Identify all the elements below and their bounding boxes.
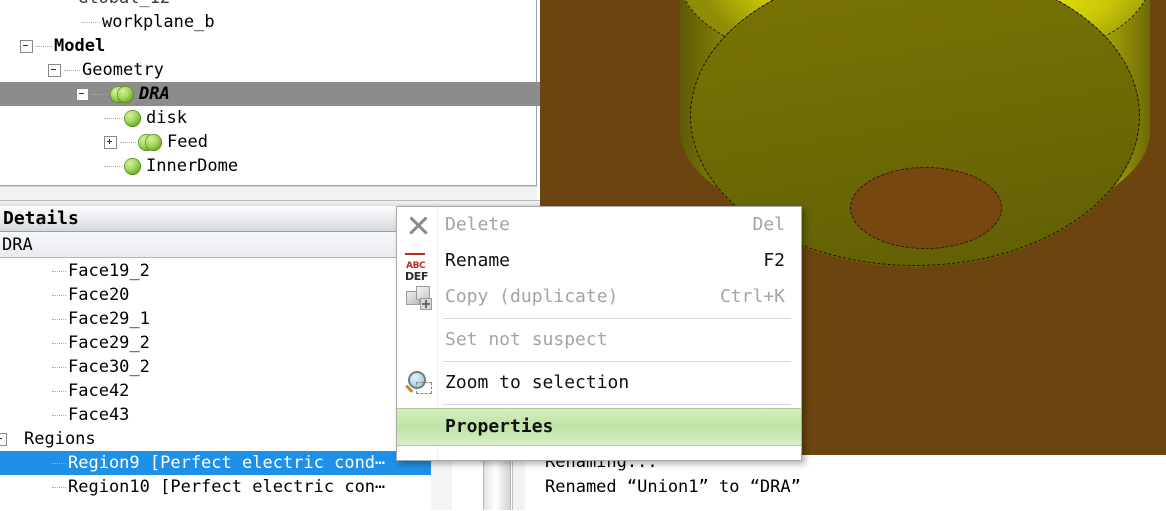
menu-item-label: Zoom to selection <box>445 372 630 393</box>
details-item-label: Face29_1 <box>68 309 150 329</box>
details-connector <box>52 390 66 392</box>
tree-item-label: Global_12 <box>78 0 170 8</box>
tree-item-disk[interactable]: disk <box>0 106 540 130</box>
menu-separator <box>443 318 791 319</box>
tree-item-label: Feed <box>167 132 208 152</box>
tree-item-workplane-b[interactable]: workplane_b <box>0 10 540 34</box>
tree-item-innerdome[interactable]: InnerDome <box>0 154 540 178</box>
menu-item-label: Rename <box>445 250 511 271</box>
menu-item-copy-duplicate: Copy (duplicate) Ctrl+K <box>397 279 801 315</box>
geometry-group-sphere-icon <box>138 133 162 151</box>
message-log-pane: Renaming... Renamed “Union1” to “DRA” <box>529 455 1166 510</box>
details-item-region9-perfect-electric-con[interactable]: Region9 [Perfect electric cond⋯ <box>0 451 431 475</box>
details-connector <box>52 318 66 320</box>
details-item-label: Face29_2 <box>68 333 150 353</box>
rename-abc-def-icon: ABC DEF <box>404 248 431 283</box>
model-tree-hscrollbar[interactable] <box>0 186 537 200</box>
menu-item-shortcut: F2 <box>763 250 785 271</box>
tree-connector <box>104 165 122 167</box>
context-menu-items: Delete Del ABC DEF Rename F2 Copy (duplicate) C… <box>397 207 801 446</box>
details-item-region10-perfect-electric-co[interactable]: Region10 [Perfect electric con⋯ <box>0 475 540 499</box>
tree-item-label: Geometry <box>82 60 164 80</box>
tree-item-label: workplane_b <box>102 12 215 32</box>
delete-x-icon <box>405 212 431 238</box>
tree-connector <box>92 93 108 95</box>
tree-item-label: DRA <box>139 84 170 104</box>
menu-separator <box>443 361 791 362</box>
collapse-minus-icon[interactable] <box>20 39 33 53</box>
menu-item-shortcut: Del <box>752 214 785 235</box>
tree-item-label: Model <box>54 36 106 56</box>
geometry-sphere-icon <box>124 109 141 127</box>
details-connector <box>52 462 66 464</box>
menu-item-rename[interactable]: ABC DEF Rename F2 <box>397 243 801 283</box>
tree-item-model[interactable]: Model <box>0 34 540 58</box>
tree-connector <box>120 141 136 143</box>
tree-item-feed[interactable]: Feed <box>0 130 540 154</box>
details-connector <box>52 270 66 272</box>
details-connector <box>52 414 66 416</box>
menu-item-label: Copy (duplicate) <box>445 286 619 307</box>
tree-connector <box>82 21 100 23</box>
menu-item-properties[interactable]: Properties <box>397 408 801 446</box>
details-item-label: Face30_2 <box>68 357 150 377</box>
details-item-label: Regions <box>24 429 96 449</box>
expand-plus-icon[interactable] <box>104 135 117 149</box>
details-connector <box>52 294 66 296</box>
tree-connector <box>104 117 122 119</box>
model-tree-rows: Global_12 workplane_b Model Geometry DRA disk… <box>0 0 540 178</box>
geometry-group-sphere-icon <box>110 85 134 103</box>
application-window: excite_b Global_12workplane_bModelGeomet… <box>0 0 1166 511</box>
copy-duplicate-icon <box>405 284 432 310</box>
menu-item-delete: Delete Del <box>397 207 801 243</box>
zoom-to-selection-icon <box>404 370 432 396</box>
tree-connector <box>64 69 80 71</box>
details-item-label: Face42 <box>68 381 130 401</box>
details-item-label: Face19_2 <box>68 261 150 281</box>
details-connector <box>52 366 66 368</box>
tree-item-global-12[interactable]: Global_12 <box>0 0 540 10</box>
menu-item-zoom-to-selection[interactable]: Zoom to selection <box>397 365 801 401</box>
tree-item-geometry[interactable]: Geometry <box>0 58 540 82</box>
geometry-sphere-icon <box>124 157 141 175</box>
details-connector <box>52 342 66 344</box>
details-item-label: Region9 [Perfect electric cond⋯ <box>68 453 386 473</box>
details-item-label: Face20 <box>68 285 130 305</box>
menu-item-label: Properties <box>445 416 554 437</box>
menu-item-shortcut: Ctrl+K <box>719 286 785 307</box>
menu-item-label: Delete <box>445 214 511 235</box>
details-item-label: Region10 [Perfect electric con⋯ <box>68 477 386 497</box>
tree-item-label: InnerDome <box>146 156 239 176</box>
details-item-label: Face43 <box>68 405 130 425</box>
collapse-minus-icon[interactable] <box>76 87 89 101</box>
context-menu[interactable]: Delete Del ABC DEF Rename F2 Copy (duplicate) C… <box>396 206 802 461</box>
details-connector <box>52 486 66 488</box>
menu-separator <box>443 404 791 405</box>
collapse-minus-icon[interactable] <box>0 432 7 446</box>
tree-connector <box>36 45 52 47</box>
collapse-minus-icon[interactable] <box>48 63 61 77</box>
tree-item-dra[interactable]: DRA <box>0 82 540 106</box>
model-tree-panel[interactable]: Global_12 workplane_b Model Geometry DRA disk… <box>0 0 540 200</box>
menu-item-label: Set not suspect <box>445 329 608 350</box>
menu-item-set-not-suspect: Set not suspect <box>397 322 801 358</box>
log-line-renamed: Renamed “Union1” to “DRA” <box>545 477 801 497</box>
tree-item-label: disk <box>146 108 187 128</box>
